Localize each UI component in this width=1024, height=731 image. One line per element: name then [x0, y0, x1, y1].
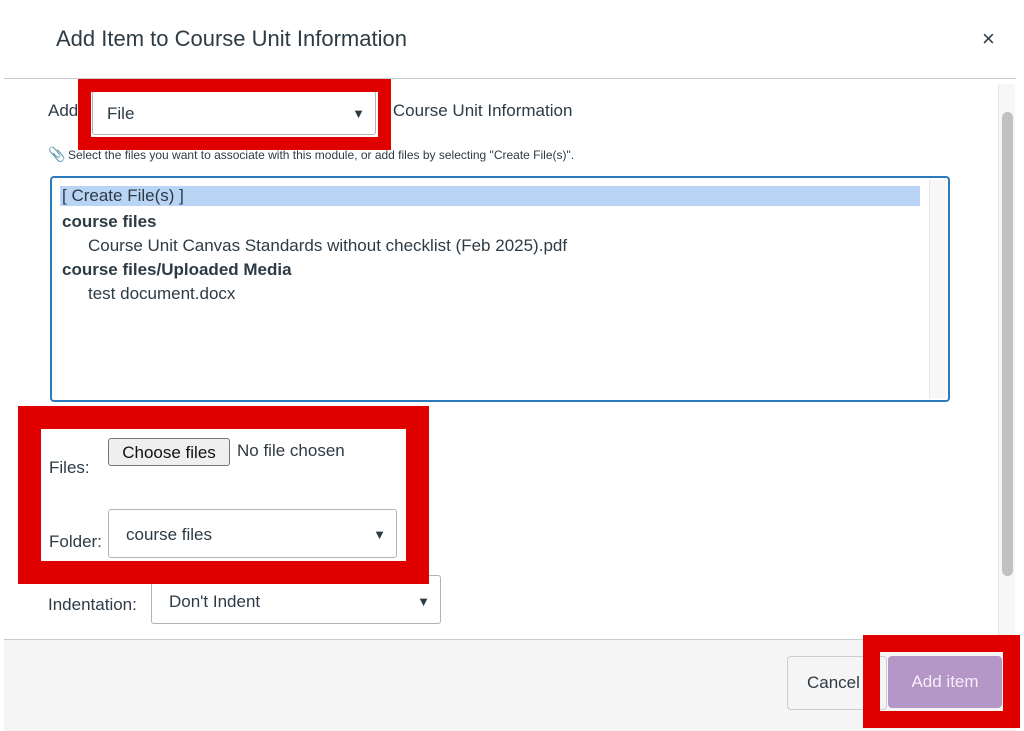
file-select-hint: 📎 Select the files you want to associate …: [48, 146, 574, 163]
add-prefix-label: Add: [48, 101, 79, 120]
hint-text: Select the files you want to associate w…: [68, 148, 575, 162]
file-status-text: No file chosen: [237, 441, 345, 460]
item-type-select[interactable]: File ▼: [92, 91, 376, 135]
file-listbox[interactable]: [ Create File(s) ] course files Course U…: [50, 176, 950, 402]
item-type-value: File: [107, 104, 135, 123]
indentation-value: Don't Indent: [169, 592, 261, 611]
indentation-select[interactable]: Don't Indent ▼: [151, 575, 441, 624]
add-suffix-text: to Course Unit Information: [382, 101, 573, 120]
dialog-header: Add Item to Course Unit Information ×: [4, 0, 1016, 79]
folder-label: Folder:: [49, 532, 102, 551]
add-item-dialog: Add Item to Course Unit Information × Ad…: [0, 0, 1024, 731]
close-icon[interactable]: ×: [982, 26, 995, 52]
add-item-button[interactable]: Add item: [888, 656, 1002, 708]
list-item[interactable]: Course Unit Canvas Standards without che…: [88, 236, 567, 256]
add-suffix-label: to Course Unit Information: [382, 101, 612, 121]
chevron-down-icon: ▼: [352, 106, 365, 121]
list-item-create-files[interactable]: [ Create File(s) ]: [60, 186, 920, 206]
indentation-label: Indentation:: [48, 595, 137, 614]
folder-value: course files: [126, 525, 212, 544]
cancel-button[interactable]: Cancel: [787, 656, 887, 710]
list-group-uploaded-media: course files/Uploaded Media: [62, 260, 292, 279]
choose-files-button[interactable]: Choose files: [108, 438, 230, 466]
dialog-title: Add Item to Course Unit Information: [56, 26, 407, 51]
chevron-down-icon: ▼: [373, 527, 386, 542]
dialog-scrollbar-thumb[interactable]: [1002, 112, 1013, 576]
folder-select[interactable]: course files ▼: [108, 509, 397, 558]
list-item[interactable]: test document.docx: [88, 284, 235, 304]
files-label: Files:: [49, 458, 90, 477]
paperclip-icon: 📎: [48, 146, 66, 162]
chevron-down-icon: ▼: [417, 594, 430, 609]
list-group-course-files: course files: [62, 212, 157, 231]
listbox-scrollbar[interactable]: [929, 180, 946, 398]
